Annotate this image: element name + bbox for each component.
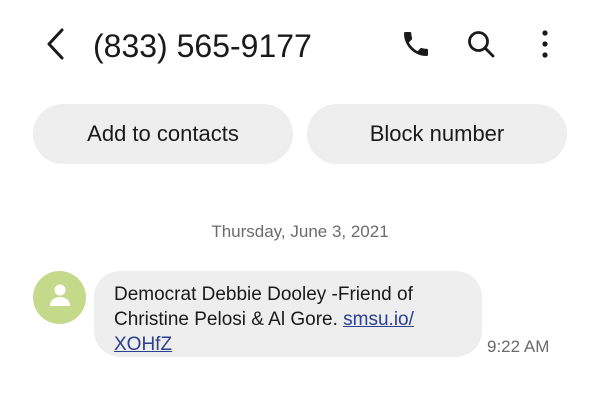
message-link-continued[interactable]: XOHfZ <box>114 334 172 355</box>
chevron-left-icon <box>44 26 68 67</box>
search-button[interactable] <box>461 26 501 66</box>
more-vertical-icon <box>540 28 550 65</box>
more-options-button[interactable] <box>525 26 565 66</box>
message-text-line: Christine Pelosi & Al Gore. smsu.io/ <box>114 307 466 332</box>
person-icon <box>48 282 72 313</box>
date-separator: Thursday, June 3, 2021 <box>211 222 389 241</box>
message-link[interactable]: smsu.io/ <box>343 309 414 330</box>
phone-icon <box>400 28 432 65</box>
message-text-line: XOHfZ <box>114 332 466 357</box>
conversation-title: (833) 565-9177 <box>93 28 312 64</box>
back-button[interactable] <box>36 26 76 66</box>
block-number-button[interactable]: Block number <box>307 104 567 164</box>
top-app-bar: (833) 565-9177 <box>0 0 600 96</box>
call-button[interactable] <box>396 26 436 66</box>
search-icon <box>465 28 497 65</box>
avatar[interactable] <box>33 271 86 324</box>
add-to-contacts-button[interactable]: Add to contacts <box>33 104 293 164</box>
message-text: Christine Pelosi & Al Gore. <box>114 309 344 330</box>
message-timestamp: 9:22 AM <box>487 337 550 356</box>
message-bubble[interactable]: Democrat Debbie Dooley -Friend of Christ… <box>94 271 482 357</box>
message-text-line: Democrat Debbie Dooley -Friend of <box>114 284 413 305</box>
